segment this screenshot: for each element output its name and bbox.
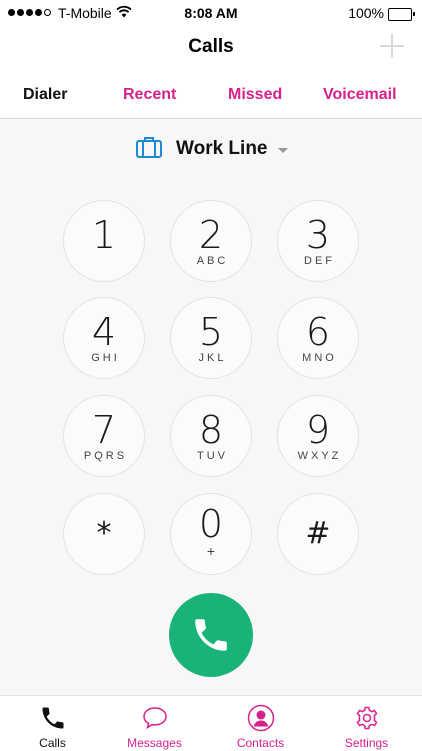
line-selector[interactable]: Work Line	[136, 134, 288, 164]
header: T-Mobile 8:08 AM 100% Calls Dialer Recen…	[0, 0, 422, 119]
battery-icon	[388, 8, 415, 21]
key-4[interactable]: 4 GHI	[63, 297, 145, 379]
key-digit: 6	[305, 310, 331, 354]
battery-percentage: 100%	[348, 5, 384, 21]
tab-bar-label: Calls	[39, 736, 66, 750]
key-letters: GHI	[91, 352, 120, 364]
chevron-down-icon	[277, 147, 288, 153]
key-letters: +	[206, 543, 216, 559]
key-9[interactable]: 9 WXYZ	[277, 395, 359, 477]
briefcase-icon	[136, 136, 162, 163]
key-digit: 2	[198, 213, 224, 257]
key-letters: ABC	[196, 255, 229, 267]
key-digit: 0	[198, 502, 224, 546]
key-digit: 1	[91, 213, 117, 257]
tab-bar-settings[interactable]: Settings	[314, 696, 419, 751]
tab-bar-label: Settings	[344, 736, 389, 750]
key-letters: TUV	[197, 450, 228, 462]
key-digit: 5	[198, 310, 224, 354]
key-star[interactable]: *	[63, 493, 145, 575]
key-hash[interactable]: #	[277, 493, 359, 575]
key-6[interactable]: 6 MNO	[277, 297, 359, 379]
add-button[interactable]	[380, 34, 404, 58]
key-1[interactable]: 1	[63, 200, 145, 282]
key-letters: DEF	[304, 255, 335, 267]
key-7[interactable]: 7 PQRS	[63, 395, 145, 477]
call-button[interactable]	[169, 593, 253, 677]
key-0[interactable]: 0 +	[170, 493, 252, 575]
tab-dialer[interactable]: Dialer	[23, 86, 67, 104]
phone-icon	[195, 619, 227, 651]
key-digit: 8	[198, 408, 224, 452]
key-letters: WXYZ	[297, 450, 342, 462]
key-digit: *	[96, 516, 112, 551]
tab-bar-label: Messages	[127, 736, 182, 750]
key-digit: 4	[91, 310, 117, 354]
key-digit: 3	[305, 213, 331, 257]
page-title: Calls	[188, 36, 234, 57]
person-icon	[247, 704, 274, 732]
key-5[interactable]: 5 JKL	[170, 297, 252, 379]
tab-bar-messages[interactable]: Messages	[102, 696, 207, 751]
tab-bar-label: Contacts	[236, 736, 285, 750]
key-letters: PQRS	[83, 450, 128, 462]
key-letters: JKL	[198, 352, 227, 364]
tab-strip: Dialer Recent Missed Voicemail	[0, 86, 422, 112]
line-label: Work Line	[176, 138, 268, 159]
tab-bar-contacts[interactable]: Contacts	[208, 696, 313, 751]
key-8[interactable]: 8 TUV	[170, 395, 252, 477]
key-digit: #	[305, 516, 331, 551]
tab-bar-calls[interactable]: Calls	[0, 696, 105, 751]
key-digit: 9	[305, 408, 331, 452]
phone-icon	[42, 707, 63, 729]
key-3[interactable]: 3 DEF	[277, 200, 359, 282]
tab-bar: Calls Messages Contacts Settings	[0, 695, 422, 751]
key-digit: 7	[91, 408, 117, 452]
tab-voicemail[interactable]: Voicemail	[323, 86, 397, 104]
gear-icon	[356, 706, 377, 730]
status-bar: T-Mobile 8:08 AM 100%	[0, 0, 422, 28]
key-letters: MNO	[302, 352, 337, 364]
speech-bubble-icon	[142, 707, 167, 730]
tab-recent[interactable]: Recent	[123, 86, 176, 104]
tab-missed[interactable]: Missed	[228, 86, 282, 104]
key-2[interactable]: 2 ABC	[170, 200, 252, 282]
